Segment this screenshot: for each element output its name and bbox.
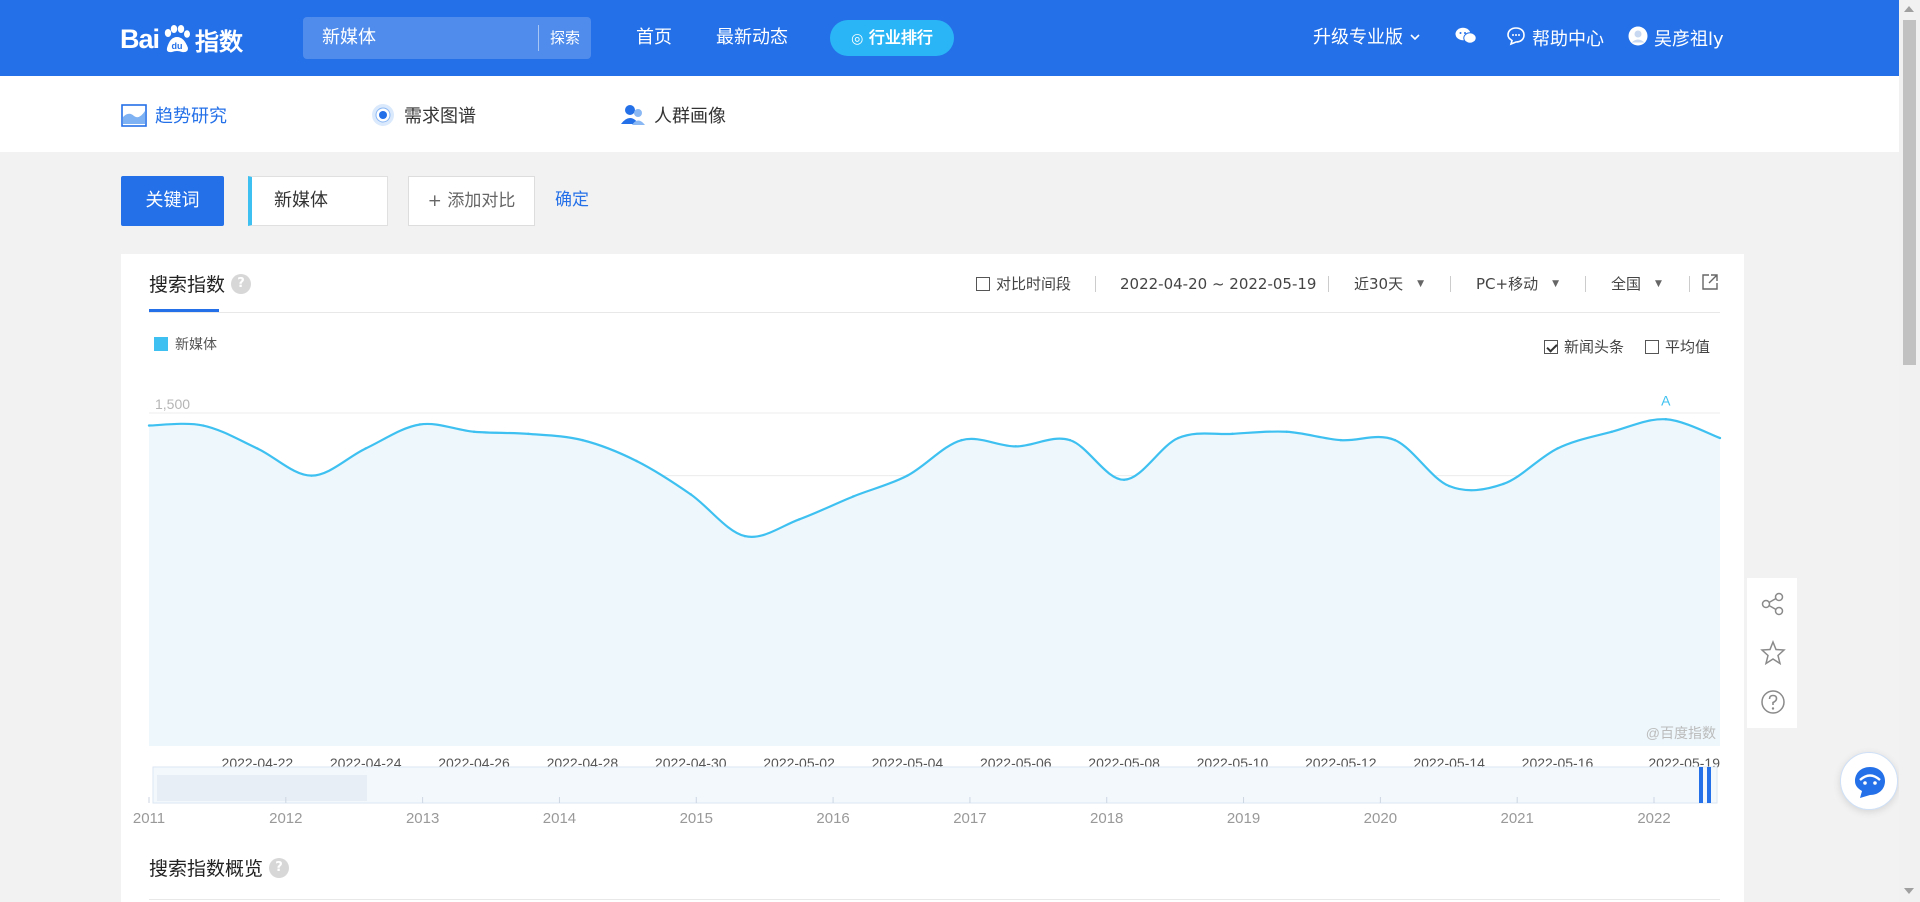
- search-input[interactable]: 新媒体: [303, 17, 538, 59]
- sub-navigation: 趋势研究 需求图谱 人群画像: [0, 76, 1899, 152]
- overview-year-label: 2022: [1637, 810, 1670, 827]
- share-icon[interactable]: [1760, 591, 1786, 617]
- confirm-button[interactable]: 确定: [555, 188, 589, 212]
- wechat-icon: [1455, 26, 1477, 53]
- top-header: Bai du 指数 新媒体 探索 首页 最新动态 ◎ 行业排行 升级专业版 帮助…: [0, 0, 1899, 76]
- upgrade-pro-menu[interactable]: 升级专业版: [1313, 26, 1421, 50]
- y-tick-label: 1,500: [155, 396, 190, 412]
- tab-trend-research[interactable]: 趋势研究: [121, 102, 227, 128]
- overview-year-label: 2012: [269, 810, 302, 827]
- data-point: [1177, 436, 1180, 440]
- data-point: [1718, 436, 1722, 440]
- data-point: [1556, 447, 1559, 450]
- radar-icon: [370, 102, 396, 128]
- data-point: [1664, 418, 1668, 421]
- overview-title: 搜索指数概览 ?: [149, 854, 290, 881]
- data-point: [1014, 445, 1017, 448]
- chat-support-icon: [1855, 767, 1885, 798]
- overview-timeline: [152, 766, 1718, 804]
- search-box: 新媒体 探索: [303, 17, 591, 59]
- data-point: [147, 424, 151, 427]
- scroll-thumb[interactable]: [1903, 20, 1916, 365]
- search-index-chart[interactable]: 1,5001,200900600300A@百度指数2022-04-222022-…: [121, 254, 1744, 854]
- data-point: [1122, 478, 1126, 481]
- data-point: [906, 474, 909, 477]
- question-icon[interactable]: [1760, 689, 1786, 715]
- overview-year-label: 2018: [1090, 810, 1123, 827]
- data-point: [418, 423, 422, 426]
- overview-handle-right: [1707, 767, 1711, 803]
- data-point: [743, 534, 747, 538]
- data-point: [797, 518, 801, 521]
- svg-text:du: du: [172, 41, 183, 51]
- star-icon[interactable]: [1760, 639, 1786, 666]
- overview-handle-left: [1699, 767, 1703, 803]
- data-point: [1502, 482, 1505, 486]
- avatar: [1628, 26, 1648, 53]
- baidu-index-logo[interactable]: Bai du 指数: [120, 14, 243, 64]
- data-point: [310, 474, 313, 477]
- overview-year-label: 2014: [543, 810, 576, 827]
- data-point: [1231, 432, 1234, 436]
- data-point: [472, 430, 476, 433]
- help-icon[interactable]: ?: [269, 857, 290, 878]
- paw-icon: du: [161, 24, 191, 54]
- data-point: [635, 459, 638, 463]
- keyword-input[interactable]: 新媒体: [248, 176, 388, 226]
- tab-crowd-portrait[interactable]: 人群画像: [620, 102, 726, 128]
- data-point: [1393, 438, 1397, 442]
- add-compare-button[interactable]: + 添加对比: [408, 176, 535, 226]
- data-point: [1447, 484, 1451, 488]
- chevron-down-icon: [1409, 26, 1421, 50]
- data-point: [581, 438, 584, 442]
- people-icon: [620, 102, 646, 128]
- overview-year-label: 2017: [953, 810, 986, 827]
- data-point: [201, 424, 205, 427]
- trend-icon: [121, 102, 147, 128]
- data-point: [1339, 438, 1342, 442]
- side-toolbar: [1747, 578, 1797, 728]
- page-scrollbar[interactable]: [1899, 0, 1920, 902]
- search-index-card: 搜索指数 ? 对比时间段 2022-04-20 ~ 2022-05-19 近30…: [121, 254, 1744, 902]
- tab-demand-graph[interactable]: 需求图谱: [370, 102, 476, 128]
- overview-year-label: 2021: [1500, 810, 1533, 827]
- data-point: [256, 447, 259, 450]
- industry-rank-button[interactable]: ◎ 行业排行: [830, 20, 954, 56]
- data-point: [852, 495, 855, 498]
- chat-bubble-icon: [1506, 26, 1526, 53]
- overview-divider: [149, 899, 1720, 900]
- data-point: [364, 447, 367, 450]
- nav-home[interactable]: 首页: [636, 26, 672, 50]
- rank-icon: ◎: [851, 31, 864, 47]
- customer-service-button[interactable]: [1840, 752, 1898, 810]
- data-point: [960, 438, 963, 442]
- nav-latest-news[interactable]: 最新动态: [716, 26, 788, 50]
- data-point: [1610, 430, 1613, 433]
- user-menu[interactable]: 吴彦祖ly: [1628, 26, 1724, 53]
- help-center-link[interactable]: 帮助中心: [1506, 26, 1604, 53]
- data-point: [1285, 430, 1288, 433]
- overview-year-label: 2015: [680, 810, 713, 827]
- overview-early-data: [157, 775, 367, 801]
- overview-year-label: 2020: [1364, 810, 1397, 827]
- overview-year-label: 2016: [816, 810, 849, 827]
- search-button[interactable]: 探索: [538, 25, 591, 51]
- keyword-label: 关键词: [121, 176, 224, 226]
- overview-year-label: 2019: [1227, 810, 1260, 827]
- data-point: [1068, 438, 1072, 442]
- overview-year-label: 2011: [133, 810, 165, 827]
- scroll-up-icon[interactable]: [1904, 6, 1914, 12]
- data-point: [527, 432, 530, 436]
- data-point: [689, 493, 692, 496]
- wechat-button[interactable]: [1455, 26, 1477, 53]
- watermark: @百度指数: [1646, 725, 1716, 741]
- series-area: [149, 419, 1720, 746]
- overview-year-label: 2013: [406, 810, 439, 827]
- annotation-label: A: [1661, 392, 1671, 408]
- scroll-down-icon[interactable]: [1904, 888, 1914, 894]
